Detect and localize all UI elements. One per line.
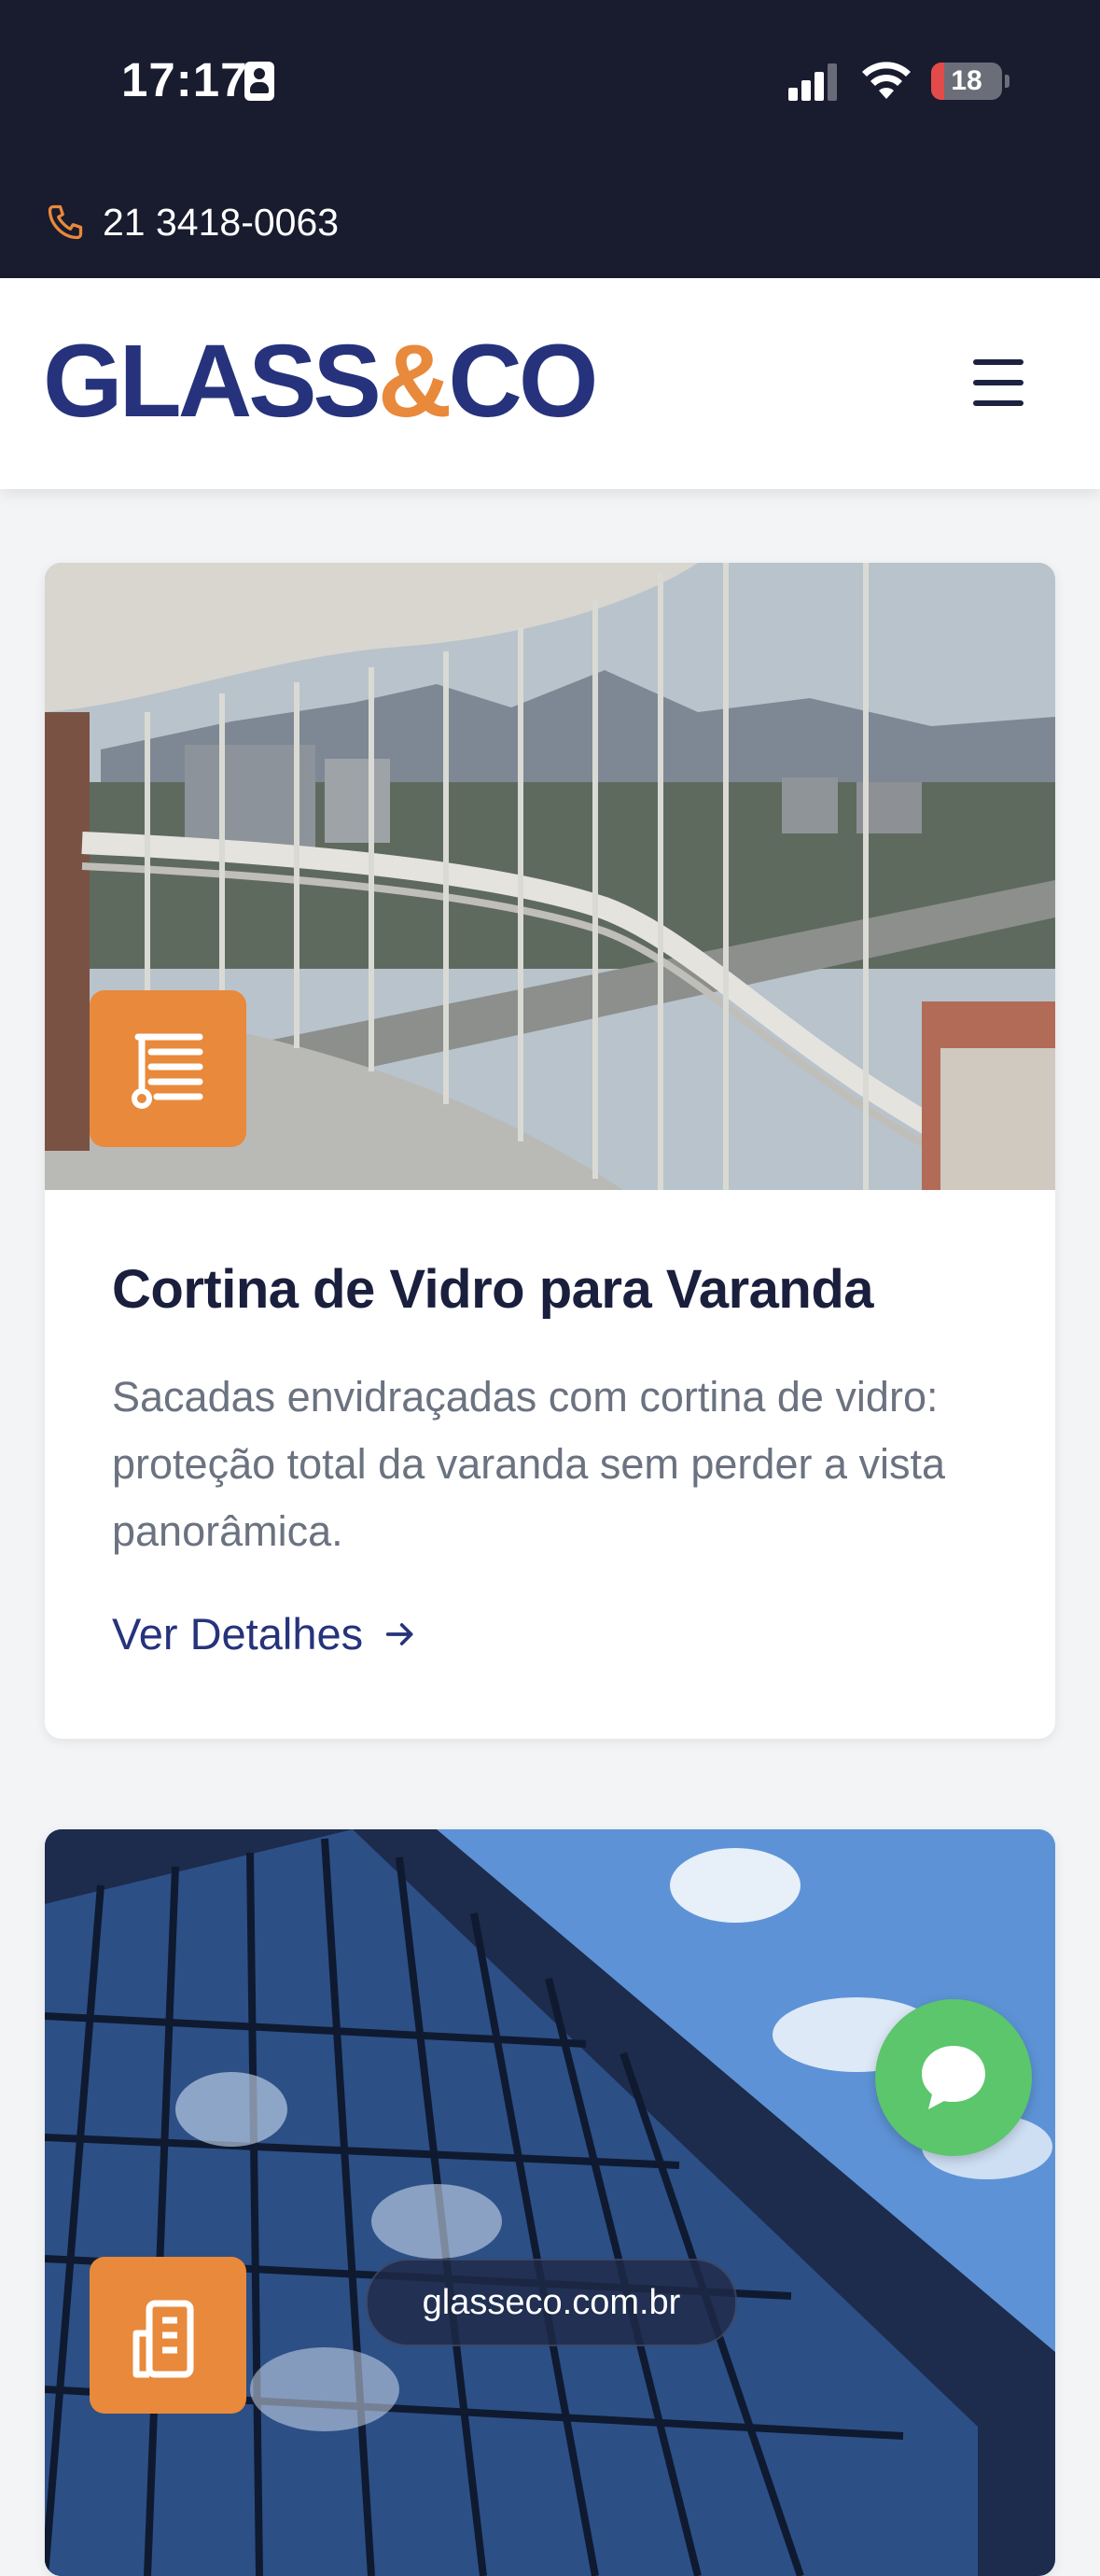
logo-text-co: CO (448, 324, 598, 439)
phone-link[interactable]: 21 3418-0063 (45, 196, 339, 248)
arrow-right-icon (385, 1622, 413, 1645)
glass-curtain-icon (90, 990, 246, 1147)
card-description: Sacadas envidraçadas com cortina de vidr… (112, 1373, 946, 1555)
service-card: Cortina de Vidro para Varanda Sacadas en… (45, 563, 1055, 1739)
cellular-signal-icon (788, 62, 837, 101)
balcony-glass-curtain-photo (45, 563, 1055, 1190)
id-card-icon (244, 62, 274, 101)
wifi-icon (862, 62, 911, 99)
building-icon (90, 2257, 246, 2414)
chat-bubble-icon (922, 2046, 985, 2109)
site-header: GLASS&CO (0, 278, 1100, 489)
card-title: Cortina de Vidro para Varanda (112, 1259, 874, 1320)
chat-button[interactable] (875, 1999, 1032, 2156)
ver-detalhes-link[interactable]: Ver Detalhes (112, 1608, 419, 1659)
url-bar[interactable]: glasseco.com.br (366, 2259, 737, 2346)
service-card (45, 1829, 1055, 2576)
link-label: Ver Detalhes (112, 1609, 364, 1659)
logo-text-glass: GLASS (43, 324, 382, 439)
logo-ampersand: & (377, 324, 452, 439)
top-bar: 17:17 18 21 3418-0063 (0, 0, 1100, 278)
status-time: 17:17 (121, 53, 248, 106)
glass-facade-building-photo (45, 1829, 1055, 2576)
hamburger-menu-icon[interactable] (970, 357, 1026, 408)
phone-number: 21 3418-0063 (103, 200, 340, 244)
battery-level: 18 (951, 65, 982, 96)
glassco-logo[interactable]: GLASS&CO (43, 321, 598, 442)
phone-icon (48, 204, 83, 240)
battery-icon: 18 (931, 63, 1002, 100)
